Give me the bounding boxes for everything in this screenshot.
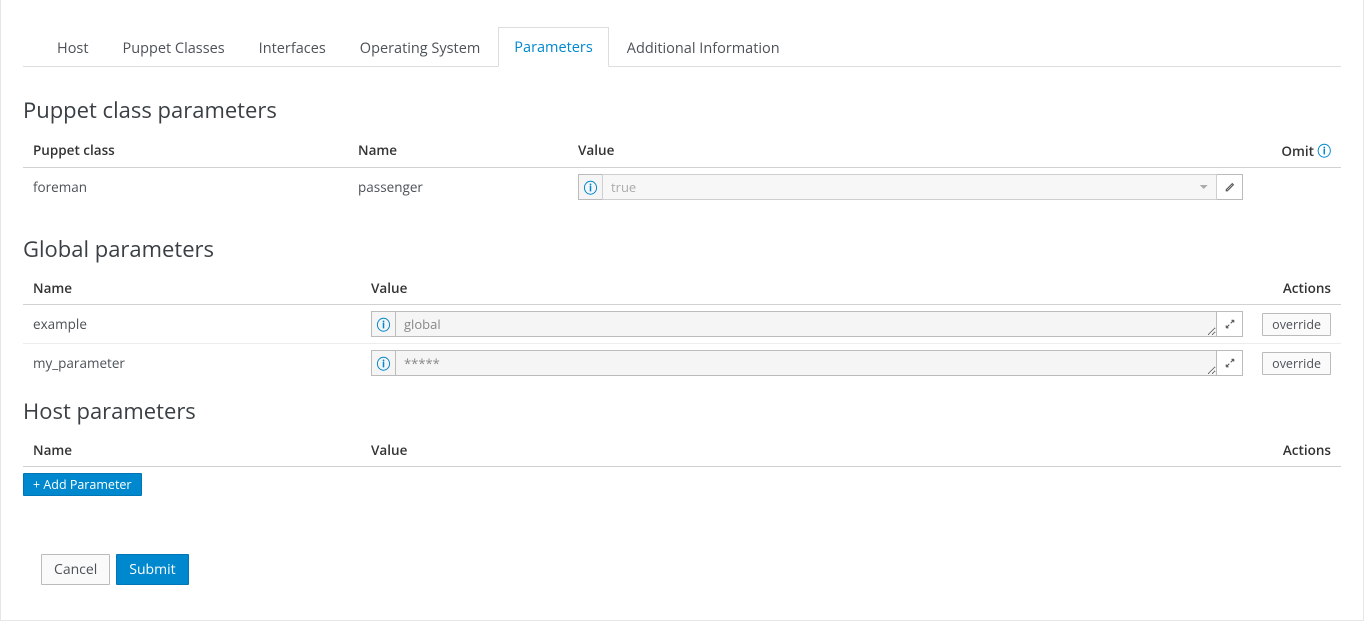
section-title-global: Global parameters [23,234,1341,264]
cell-omit [1251,168,1341,207]
global-params-table: Name Value Actions example ⓘ global [23,272,1341,382]
tab-interfaces[interactable]: Interfaces [243,28,342,67]
value-textarea[interactable]: ***** [395,350,1217,376]
col-actions: Actions [1251,434,1341,467]
override-button[interactable]: override [1262,352,1331,375]
cell-value: ⓘ true [568,168,1251,207]
puppet-class-params-table: Puppet class Name Value Omit ⓘ foreman p… [23,133,1341,206]
col-name: Name [23,272,361,305]
submit-button[interactable]: Submit [116,554,188,585]
cell-value: ⓘ global [361,305,1251,344]
tab-operating-system[interactable]: Operating System [344,28,497,67]
table-row: foreman passenger ⓘ true [23,168,1341,207]
col-name: Name [348,133,568,168]
cell-puppet-class: foreman [23,168,348,207]
form-actions: Cancel Submit [23,554,1341,585]
cell-value: ⓘ ***** [361,344,1251,383]
expand-icon[interactable] [1217,350,1243,376]
cell-actions: override [1251,305,1341,344]
col-value: Value [361,434,1251,467]
section-title-host: Host parameters [23,396,1341,426]
cell-name: passenger [348,168,568,207]
tab-puppet-classes[interactable]: Puppet Classes [107,28,241,67]
tab-additional-information[interactable]: Additional Information [611,28,796,67]
tab-parameters[interactable]: Parameters [498,27,608,67]
host-params-table: Name Value Actions [23,434,1341,467]
col-omit: Omit ⓘ [1251,133,1341,168]
override-button[interactable]: override [1262,313,1331,336]
nav-tabs: Host Puppet Classes Interfaces Operating… [23,26,1341,67]
value-select[interactable]: true [602,174,1217,200]
col-value: Value [361,272,1251,305]
col-name: Name [23,434,361,467]
edit-icon[interactable] [1217,174,1243,200]
cell-name: my_parameter [23,344,361,383]
add-parameter-button[interactable]: + Add Parameter [23,473,142,496]
info-icon[interactable]: ⓘ [1318,142,1332,160]
cancel-button[interactable]: Cancel [41,554,110,585]
info-icon[interactable]: ⓘ [371,350,395,376]
expand-icon[interactable] [1217,311,1243,337]
value-textarea[interactable]: global [395,311,1217,337]
tab-host[interactable]: Host [41,28,105,67]
col-actions: Actions [1251,272,1341,305]
section-title-puppet-class: Puppet class parameters [23,95,1341,125]
table-row: my_parameter ⓘ ***** override [23,344,1341,383]
info-icon[interactable]: ⓘ [578,174,602,200]
table-row: example ⓘ global override [23,305,1341,344]
col-value: Value [568,133,1251,168]
cell-name: example [23,305,361,344]
info-icon[interactable]: ⓘ [371,311,395,337]
col-puppet-class: Puppet class [23,133,348,168]
cell-actions: override [1251,344,1341,383]
